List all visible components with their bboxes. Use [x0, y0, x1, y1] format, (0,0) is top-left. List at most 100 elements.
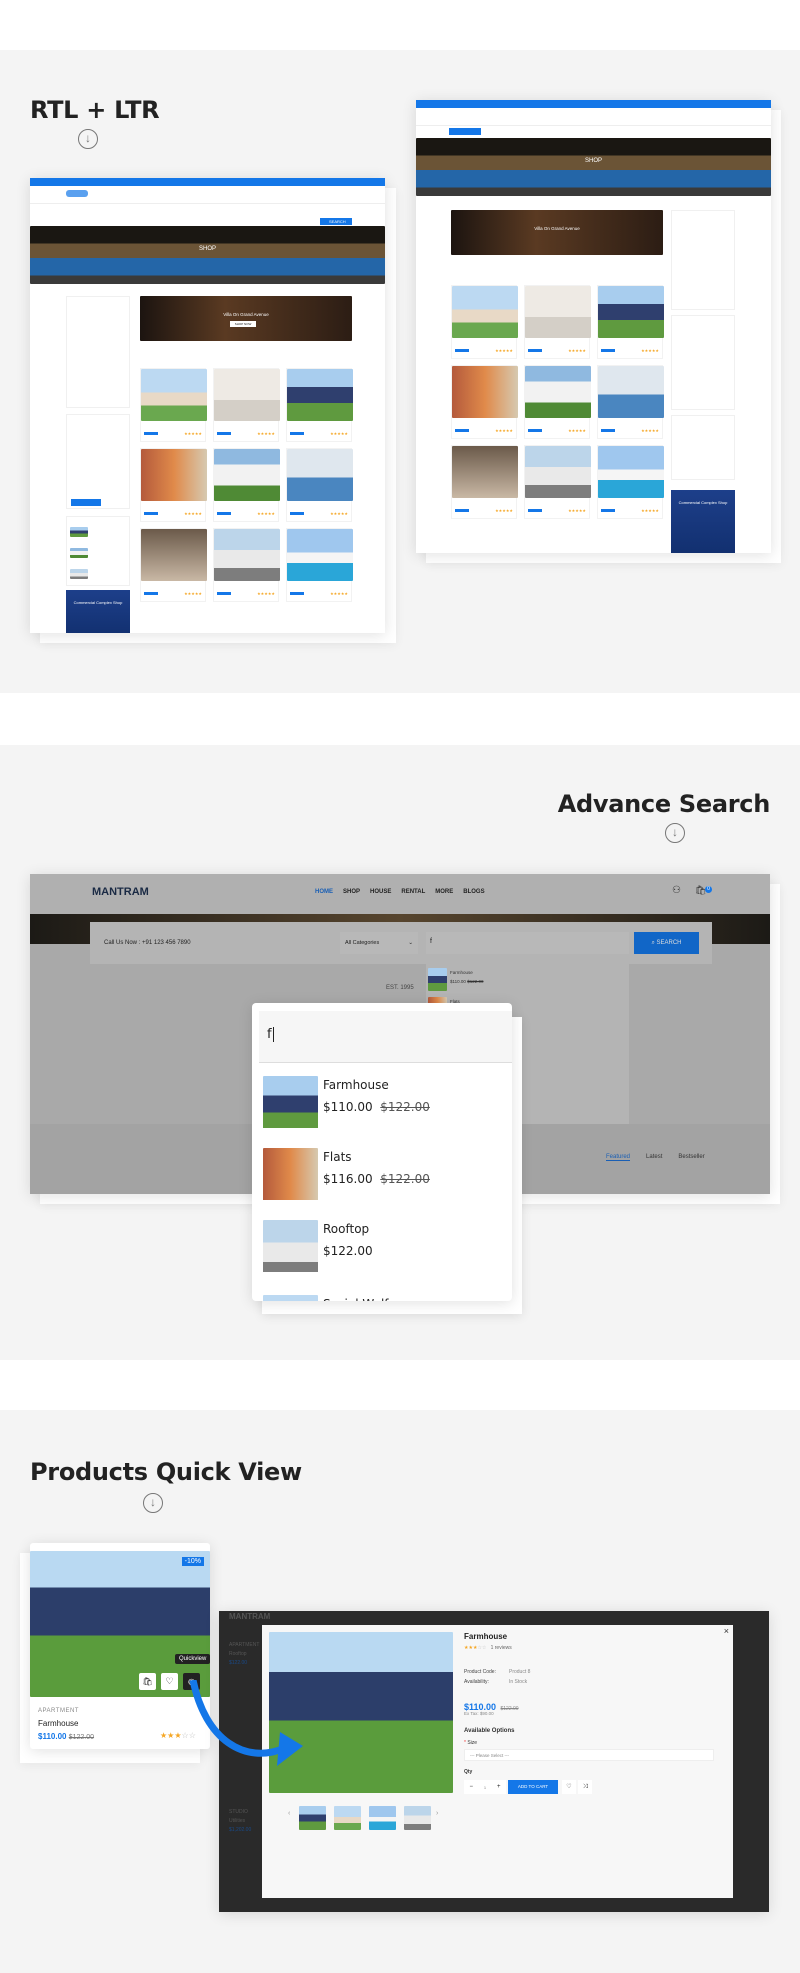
nav-item[interactable]: BLOGS — [463, 889, 484, 895]
code-label: Product Code: — [464, 1669, 496, 1675]
search-result[interactable]: Flats $116.00 $122.00 — [259, 1140, 509, 1200]
product-tile[interactable]: ★★★★★ — [286, 528, 353, 602]
thumbnail[interactable] — [334, 1806, 361, 1830]
product-tile[interactable]: ★★★★★ — [213, 448, 280, 522]
result-name: Social Welfare — [323, 1297, 408, 1301]
price-bar — [528, 509, 542, 512]
arrow-down-circle-icon: ↓ — [665, 823, 685, 843]
compare-shuffle-icon[interactable]: ⤨ — [578, 1780, 592, 1794]
qty-input[interactable]: 1 — [484, 1785, 486, 1790]
result-name: Farmhouse — [323, 1078, 389, 1092]
wishlist-heart-icon[interactable]: ♡ — [161, 1673, 178, 1690]
user-icon[interactable]: ⚇ — [672, 885, 681, 896]
product-tile[interactable]: ★★★★★ — [597, 445, 664, 519]
price-bar — [528, 429, 542, 432]
product-tile[interactable]: ★★★★★ — [286, 368, 353, 442]
nav-item[interactable]: MORE — [435, 889, 453, 895]
product-title: Farmhouse — [464, 1632, 508, 1641]
thumbnail[interactable] — [369, 1806, 396, 1830]
price-bar — [290, 512, 304, 515]
promo-banner[interactable] — [140, 296, 352, 341]
avail-value: In Stock — [509, 1679, 528, 1685]
nav-item[interactable]: RENTAL — [401, 889, 425, 895]
result-name: Farmhouse — [450, 970, 473, 975]
nav-item[interactable]: HOME — [315, 889, 333, 895]
qty-label: Qty — [464, 1769, 473, 1775]
tab[interactable]: Featured — [606, 1154, 631, 1161]
promo-button[interactable]: SHOP NOW — [230, 321, 256, 327]
search-result[interactable]: Farmhouse $110.00 $122.00 — [259, 1068, 509, 1128]
promo-title: Villa On Grand Avenue — [223, 312, 269, 317]
search-result[interactable]: Social Welfare — [259, 1287, 509, 1301]
search-button[interactable]: ⌕ SEARCH — [634, 932, 699, 954]
product-tile[interactable]: ★★★★★ — [451, 365, 518, 439]
product-tile[interactable]: ★★★★★ — [451, 285, 518, 359]
minus-icon[interactable]: − — [469, 1784, 473, 1790]
size-select[interactable]: --- Please Select --- — [464, 1749, 714, 1761]
sidebar-banner[interactable]: Commercial Complex Shop — [66, 590, 130, 633]
product-tile[interactable]: ★★★★★ — [140, 528, 207, 602]
product-tile[interactable]: ★★★★★ — [213, 528, 280, 602]
rating-stars: ★★★★★ — [330, 591, 348, 596]
product-image — [598, 446, 664, 498]
result-thumb — [263, 1076, 318, 1128]
rating-stars: ★★★★★ — [184, 431, 202, 436]
result-price: $110.00 $122.00 — [450, 979, 483, 984]
banner-title: SHOP — [584, 158, 602, 164]
thumbnail[interactable] — [299, 1806, 326, 1830]
search-result[interactable]: Rooftop $122.00 — [259, 1212, 509, 1272]
product-tile[interactable]: ★★★★★ — [524, 445, 591, 519]
search-button[interactable] — [449, 128, 481, 135]
brand-logo[interactable]: MANTRAM — [92, 886, 149, 898]
close-icon[interactable]: × — [724, 1626, 729, 1636]
reviews-link[interactable]: 1 reviews — [491, 1645, 512, 1651]
promo-banner[interactable] — [451, 210, 663, 255]
tab[interactable]: Bestseller — [678, 1154, 704, 1160]
add-to-cart-icon[interactable]: 🛍 — [139, 1673, 156, 1690]
shop-banner-image — [30, 226, 385, 284]
search-input[interactable]: f — [259, 1011, 512, 1063]
category-select[interactable]: All Categories ⌄ — [340, 932, 418, 954]
arrow-down-circle-icon: ↓ — [143, 1493, 163, 1513]
product-tile[interactable]: ★★★★★ — [140, 368, 207, 442]
search-input[interactable]: f — [426, 932, 629, 954]
product-card[interactable]: -10% Quickview 🛍 ♡ ◉ APARTMENT Farmhouse… — [30, 1543, 210, 1749]
wishlist-heart-icon[interactable]: ♡ — [562, 1780, 576, 1794]
product-tile[interactable]: ★★★★★ — [597, 285, 664, 359]
search-button[interactable]: SEARCH — [320, 218, 352, 225]
nav-item[interactable]: SHOP — [343, 889, 360, 895]
text-cursor — [272, 1027, 274, 1042]
plus-icon[interactable]: + — [497, 1784, 501, 1790]
rating-stars: ★★★★★ — [568, 508, 586, 513]
product-tile[interactable]: ★★★★★ — [524, 285, 591, 359]
product-tile[interactable]: ★★★★★ — [213, 368, 280, 442]
code-value: Product 8 — [509, 1669, 531, 1675]
banner-title: SHOP — [198, 246, 216, 252]
product-tile[interactable]: ★★★★★ — [286, 448, 353, 522]
product-image — [141, 529, 207, 581]
thumb-prev-icon[interactable]: ‹ — [288, 1810, 290, 1817]
thumb — [70, 527, 88, 537]
rating-stars: ★★★★★ — [495, 348, 513, 353]
search-result[interactable]: Farmhouse $110.00 $122.00 — [428, 968, 618, 993]
product-tile[interactable]: ★★★★★ — [524, 365, 591, 439]
rtl-shop-screenshot: SHOP Villa On Grand Avenue Commercial Co… — [416, 100, 771, 553]
product-tile[interactable]: ★★★★★ — [597, 365, 664, 439]
thumb — [70, 548, 88, 558]
add-to-cart-button[interactable]: ADD TO CART — [508, 1780, 558, 1794]
sidebar-banner-title: Commercial Complex Shop — [73, 600, 123, 605]
product-name[interactable]: Farmhouse — [38, 1719, 78, 1728]
old-price: $122.00 — [380, 1172, 430, 1186]
refine-search-button[interactable] — [71, 499, 101, 506]
price-bar — [601, 349, 615, 352]
price: $116.00 — [323, 1172, 373, 1186]
sidebar-banner[interactable]: Commercial Complex Shop — [671, 490, 735, 553]
rating-stars: ★★★★★ — [568, 348, 586, 353]
thumb-next-icon[interactable]: › — [436, 1810, 438, 1817]
tab[interactable]: Latest — [646, 1154, 662, 1160]
nav-item[interactable]: HOUSE — [370, 889, 391, 895]
product-tile[interactable]: ★★★★★ — [140, 448, 207, 522]
thumbnail[interactable] — [404, 1806, 431, 1830]
old-price: $122.00 — [380, 1100, 430, 1114]
product-tile[interactable]: ★★★★★ — [451, 445, 518, 519]
